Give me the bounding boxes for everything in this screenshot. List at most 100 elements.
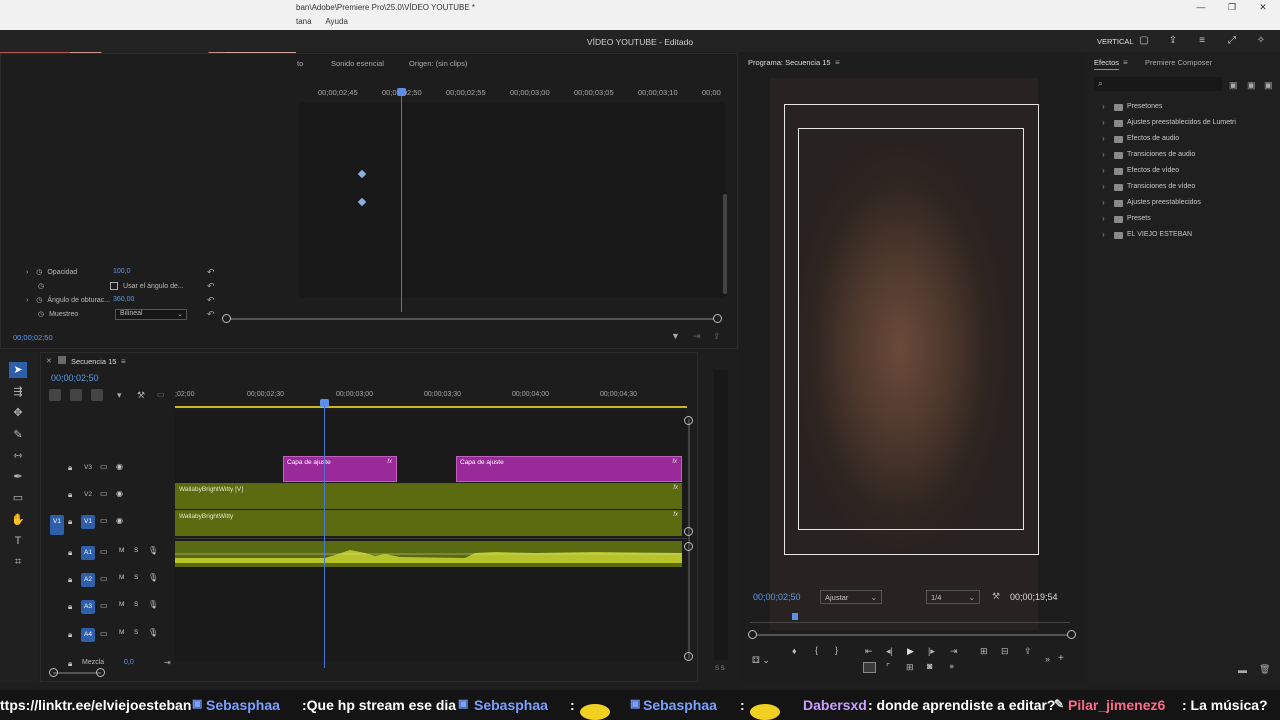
fx-folder-item[interactable]: › Efectos de vídeo <box>1102 165 1179 177</box>
menu-icon[interactable]: ≡ <box>121 357 126 366</box>
maximize-icon[interactable]: ❐ <box>1217 2 1247 13</box>
mute-button[interactable]: M <box>119 601 124 608</box>
nest-toggle-icon[interactable] <box>49 389 61 401</box>
safe-margins-button[interactable] <box>863 662 876 673</box>
menu-icon[interactable]: ≡ <box>835 58 840 67</box>
new-bin-icon[interactable]: ▬ <box>1238 665 1247 675</box>
mix-value[interactable]: 0,0 <box>124 659 134 666</box>
mute-button[interactable]: M <box>119 629 124 636</box>
32bit-effects-icon[interactable]: ▣ <box>1247 80 1256 91</box>
video-clip-v2[interactable]: WallabyBrightWitty [V] fx <box>175 483 682 509</box>
opacity-value[interactable]: 100,0 <box>113 268 131 275</box>
solo-button[interactable]: S <box>134 547 138 554</box>
sequence-tab[interactable]: Secuencia 15 <box>71 357 116 366</box>
solo-button[interactable]: S <box>134 601 138 608</box>
mic-icon[interactable]: 🎙︎ <box>148 573 158 582</box>
type-icon[interactable]: T <box>9 533 27 549</box>
go-to-in-icon[interactable]: ⇤ <box>865 646 873 657</box>
shutter-value[interactable]: 360,00 <box>113 296 134 303</box>
scroll-handle[interactable] <box>684 652 693 661</box>
extract-icon[interactable]: ⊟ <box>1001 646 1009 657</box>
menu-help[interactable]: Ayuda <box>325 17 348 26</box>
add-button-icon[interactable]: + <box>1058 653 1064 664</box>
fullscreen-icon[interactable]: ▢ <box>1138 35 1150 46</box>
menu-icon[interactable]: ≡ <box>1196 35 1208 46</box>
reset-icon[interactable]: ↶ <box>207 295 215 306</box>
multicam-icon[interactable]: ⊞ <box>906 662 914 673</box>
marker-icon[interactable]: ▾ <box>117 390 122 401</box>
track-select-icon[interactable]: ⇶ <box>9 384 27 400</box>
snap-icon[interactable] <box>70 389 82 401</box>
tab-essential-sound[interactable]: Sonido esencial <box>331 59 384 68</box>
mark-out-icon[interactable]: } <box>835 645 838 655</box>
lock-icon[interactable]: 🔒︎ <box>68 602 72 612</box>
fx-folder-item[interactable]: › Efectos de audio <box>1102 133 1179 145</box>
eye-icon[interactable]: ◉ <box>116 462 123 471</box>
selection-tool-icon[interactable]: ➤ <box>9 362 27 378</box>
scroll-handle[interactable] <box>684 542 693 551</box>
captions-icon[interactable]: ▭ <box>157 390 165 399</box>
hand-icon[interactable]: ✋ <box>9 512 27 528</box>
ec-timecode[interactable]: 00;00;02;50 <box>13 333 53 342</box>
eye-icon[interactable]: ◉ <box>116 489 123 498</box>
marker-icon[interactable]: ♦ <box>792 646 797 656</box>
mic-icon[interactable]: 🎙︎ <box>148 546 158 555</box>
lock-icon[interactable]: 🔒︎ <box>68 517 72 527</box>
effects-search-input[interactable]: ⌕ <box>1094 77 1222 91</box>
sync-icon[interactable]: ▭ <box>100 462 108 471</box>
program-playhead[interactable] <box>792 613 798 620</box>
mark-in-icon[interactable]: { <box>815 645 818 655</box>
caption-icon[interactable]: ⌗ <box>9 554 27 570</box>
sync-icon[interactable]: ▭ <box>100 629 108 638</box>
source-patch[interactable]: V1 <box>50 515 64 535</box>
lock-icon[interactable]: 🔒︎ <box>68 490 72 500</box>
lock-icon[interactable]: 🔒︎ <box>68 630 72 640</box>
solo-button[interactable]: S <box>134 629 138 636</box>
lock-icon[interactable]: 🔒︎ <box>68 659 72 669</box>
zoom-handle-right[interactable] <box>713 314 722 323</box>
playhead-handle[interactable] <box>320 399 329 407</box>
scroll-handle[interactable] <box>684 416 693 425</box>
filter-icon[interactable]: ▼ <box>671 331 680 341</box>
stopwatch-icon[interactable]: ◷ <box>36 297 42 304</box>
close-icon[interactable]: ✕ <box>1248 2 1278 13</box>
timeline-timecode[interactable]: 00;00;02;50 <box>51 373 99 383</box>
track-label[interactable]: A1 <box>81 546 95 560</box>
tab-premiere-composer[interactable]: Premiere Composer <box>1145 58 1212 67</box>
stopwatch-icon[interactable]: ◷ <box>38 283 44 290</box>
vertical-scrollbar[interactable] <box>723 194 727 294</box>
wrench-icon[interactable]: ⚒ <box>137 390 145 401</box>
program-time-ruler[interactable] <box>750 622 1070 623</box>
chevron-right-icon[interactable]: › <box>26 269 28 276</box>
wrench-icon[interactable]: ⚒ <box>992 591 1000 602</box>
go-to-out-icon[interactable]: ⇥ <box>950 646 958 657</box>
expand-icon[interactable]: ⤢ <box>1226 35 1238 46</box>
stopwatch-icon[interactable]: ◷ <box>38 311 44 318</box>
track-label[interactable]: V1 <box>81 515 95 529</box>
zoom-handle-right[interactable] <box>1067 630 1076 639</box>
zoom-handle-left[interactable] <box>222 314 231 323</box>
stopwatch-icon[interactable]: ◷ <box>36 269 42 276</box>
zoom-handle-left[interactable] <box>748 630 757 639</box>
use-angle-checkbox[interactable] <box>110 282 119 291</box>
lock-icon[interactable]: 🔒︎ <box>68 463 72 473</box>
minimize-icon[interactable]: — <box>1186 2 1216 12</box>
meter-solo-labels[interactable]: S S <box>715 666 725 672</box>
export-icon[interactable]: ⇥ <box>693 331 701 342</box>
vertical-scrollbar[interactable] <box>688 419 690 659</box>
fx-folder-item[interactable]: › Ajustes preestablecidos <box>1102 197 1201 209</box>
zoom-scrollbar[interactable] <box>226 318 718 320</box>
razor-icon[interactable]: ✎ <box>9 427 27 443</box>
adjustment-layer-clip[interactable]: Capa de ajuste fx <box>456 456 682 482</box>
sync-icon[interactable]: ▭ <box>100 574 108 583</box>
lock-icon[interactable]: 🔒︎ <box>68 548 72 558</box>
track-label[interactable]: V3 <box>81 461 95 475</box>
tab-effects[interactable]: Efectos <box>1094 58 1120 70</box>
pen-icon[interactable]: ✒ <box>9 469 27 485</box>
eye-icon[interactable]: ◉ <box>116 516 123 525</box>
sync-icon[interactable]: ▭ <box>100 601 108 610</box>
zoom-bar[interactable] <box>752 634 1072 636</box>
track-area[interactable] <box>175 411 687 661</box>
reset-icon[interactable]: ↶ <box>207 309 215 320</box>
settings-icon[interactable]: ⚃ ⌄ <box>752 655 770 666</box>
